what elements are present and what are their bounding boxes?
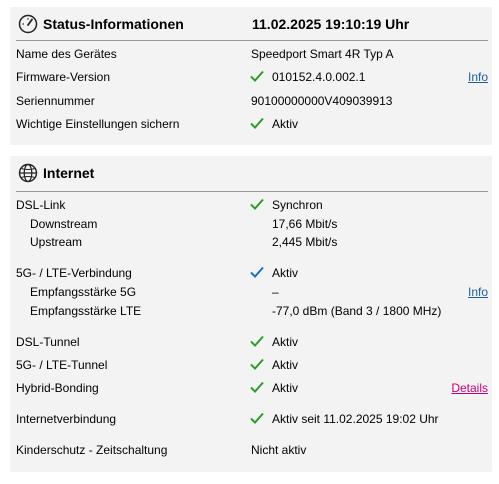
check-green-icon [250, 358, 264, 370]
row-value: Aktiv [272, 117, 299, 131]
row-value: 90100000000V409039913 [251, 94, 393, 108]
row-value: Nicht aktiv [251, 443, 307, 457]
status-title: Status-Informationen [43, 16, 184, 32]
hybrid-details-link[interactable]: Details [451, 381, 488, 395]
status-row-firmware: Firmware-Version 010152.4.0.002.1 Info [10, 68, 492, 86]
globe-icon [18, 163, 38, 183]
status-row-serial: Seriennummer 90100000000V409039913 [10, 92, 492, 110]
check-blue-icon [250, 266, 264, 278]
row-label: Upstream [30, 235, 83, 249]
check-green-icon [250, 198, 264, 210]
row-value: Aktiv [272, 358, 299, 372]
status-row-backup: Wichtige Einstellungen sichern Aktiv [10, 115, 492, 133]
internet-row-signal-5g: Empfangsstärke 5G – Info [10, 283, 492, 301]
row-value: Synchron [272, 198, 323, 212]
check-green-icon [250, 335, 264, 347]
check-green-icon [250, 70, 264, 82]
row-label: 5G- / LTE-Verbindung [16, 266, 132, 280]
internet-row-parental-control: Kinderschutz - Zeitschaltung Nicht aktiv [10, 441, 492, 459]
internet-row-lte-connection: 5G- / LTE-Verbindung Aktiv [10, 264, 492, 282]
status-header: Status-Informationen 11.02.2025 19:10:19… [10, 7, 492, 41]
row-value: 010152.4.0.002.1 [272, 70, 366, 84]
row-label: DSL-Tunnel [16, 335, 80, 349]
internet-row-connection: Internetverbindung Aktiv seit 11.02.2025… [10, 410, 492, 428]
internet-row-downstream: Downstream 17,66 Mbit/s [10, 215, 492, 233]
internet-title: Internet [43, 165, 95, 181]
row-value: 2,445 Mbit/s [272, 235, 338, 249]
row-label: Kinderschutz - Zeitschaltung [16, 443, 168, 457]
row-label: Empfangsstärke LTE [30, 304, 142, 318]
row-value: – [272, 285, 279, 299]
row-label: 5G- / LTE-Tunnel [16, 358, 108, 372]
internet-row-upstream: Upstream 2,445 Mbit/s [10, 233, 492, 251]
row-label: Name des Gerätes [16, 47, 117, 61]
internet-header: Internet [10, 156, 492, 190]
internet-row-signal-lte: Empfangsstärke LTE -77,0 dBm (Band 3 / 1… [10, 302, 492, 320]
row-label: Wichtige Einstellungen sichern [16, 117, 180, 131]
check-green-icon [250, 381, 264, 393]
status-row-device-name: Name des Gerätes Speedport Smart 4R Typ … [10, 45, 492, 63]
internet-row-lte-tunnel: 5G- / LTE-Tunnel Aktiv [10, 356, 492, 374]
row-label: Firmware-Version [16, 70, 111, 84]
row-value: Speedport Smart 4R Typ A [251, 47, 394, 61]
row-label: Empfangsstärke 5G [30, 285, 137, 299]
row-value: -77,0 dBm (Band 3 / 1800 MHz) [272, 304, 442, 318]
internet-row-hybrid-bonding: Hybrid-Bonding Aktiv Details [10, 379, 492, 397]
check-green-icon [250, 412, 264, 424]
gauge-icon [18, 14, 38, 34]
status-panel: Status-Informationen 11.02.2025 19:10:19… [10, 7, 492, 145]
row-label: Downstream [30, 217, 98, 231]
firmware-info-link[interactable]: Info [468, 70, 488, 84]
row-value: Aktiv [272, 335, 299, 349]
status-divider [16, 40, 488, 41]
internet-row-dsl-tunnel: DSL-Tunnel Aktiv [10, 333, 492, 351]
row-value: Aktiv [272, 266, 299, 280]
internet-row-dsl-link: DSL-Link Synchron [10, 196, 492, 214]
row-label: Seriennummer [16, 94, 95, 108]
row-label: Internetverbindung [16, 412, 117, 426]
row-label: DSL-Link [16, 198, 66, 212]
row-label: Hybrid-Bonding [16, 381, 99, 395]
check-green-icon [250, 117, 264, 129]
row-value: Aktiv seit 11.02.2025 19:02 Uhr [272, 412, 439, 426]
row-value: 17,66 Mbit/s [272, 217, 338, 231]
status-datetime: 11.02.2025 19:10:19 Uhr [252, 16, 410, 32]
internet-divider [16, 191, 488, 192]
row-value: Aktiv [272, 381, 299, 395]
signal-info-link[interactable]: Info [468, 285, 488, 299]
internet-panel: Internet DSL-Link Synchron Downstream 17… [10, 156, 492, 472]
